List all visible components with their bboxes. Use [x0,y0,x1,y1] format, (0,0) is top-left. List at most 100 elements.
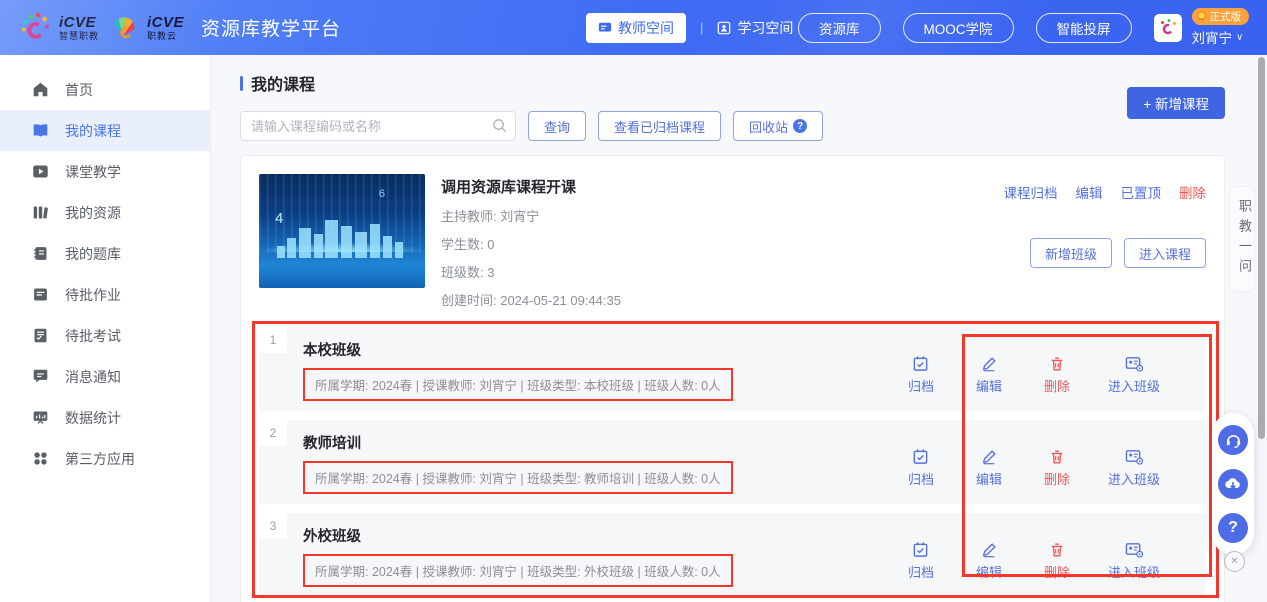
archive-label: 归档 [907,472,934,487]
course-archive-link[interactable]: 课程归档 [1004,182,1058,202]
enter-course-button[interactable]: 进入课程 [1123,238,1206,268]
content: 我的课程 + 新增课程 查询 查看已归档课程 回收站 ? [240,71,1225,602]
add-course-button[interactable]: + 新增课程 [1127,87,1225,119]
recycle-bin-button[interactable]: 回收站 ? [733,111,824,141]
username-menu[interactable]: 刘宵宁 ∨ [1192,27,1244,47]
class-delete-button[interactable]: 删除 [1040,449,1074,488]
row-index: 1 [259,327,287,353]
sidebar-item-label: 数据统计 [65,409,121,426]
avatar-logo-icon [1160,18,1176,34]
student-space-link[interactable]: 学习空间 [717,18,793,38]
book-icon [33,124,48,137]
archive-label: 归档 [907,565,934,580]
sidebar-item-pending-homework[interactable]: 待批作业 [0,274,210,315]
course-search-input[interactable] [240,111,516,141]
sidebar-item-label: 课堂教学 [65,163,121,180]
sidebar-item-third-party-apps[interactable]: 第三方应用 [0,438,210,479]
avatar[interactable] [1153,13,1182,42]
class-row-3: 3 外校班级 所属学期: 2024春 | 授课教师: 刘宵宁 | 班级类型: 外… [259,513,1206,597]
trash-icon [1051,543,1063,556]
sidebar-item-my-resources[interactable]: 我的资源 [0,192,210,233]
row-main: 外校班级 所属学期: 2024春 | 授课教师: 刘宵宁 | 班级类型: 外校班… [303,525,904,597]
header-right: 资源库 MOOC学院 智能投屏 正式版 刘宵宁 ∨ [798,8,1249,47]
thumb-digit: 4 [275,210,284,227]
trash-icon [1051,357,1063,370]
class-delete-button[interactable]: 删除 [1040,542,1074,581]
homework-doc-icon [34,288,47,301]
class-edit-button[interactable]: 编辑 [972,449,1006,488]
exam-doc-icon [34,328,47,343]
teacher-space-button[interactable]: 教师空间 [586,12,687,43]
sidebar-item-label: 待批考试 [65,327,121,344]
enter-class-icon [1125,543,1143,558]
sidebar-item-home[interactable]: 首页 [0,69,210,110]
course-student-count: 学生数: 0 [441,237,495,252]
class-meta-annotated: 所属学期: 2024春 | 授课教师: 刘宵宁 | 班级类型: 教师培训 | 班… [303,461,733,494]
class-edit-button[interactable]: 编辑 [972,542,1006,581]
zhijiao-qa-vertical-tab[interactable]: 职教一问 [1229,186,1255,292]
class-archive-button[interactable]: 归档 [904,448,938,488]
sidebar-item-notifications[interactable]: 消息通知 [0,356,210,397]
enter-class-button[interactable]: 进入班级 [1108,448,1160,488]
course-links: 课程归档 编辑 已置顶 删除 [1004,182,1207,202]
class-title[interactable]: 本校班级 [303,339,904,360]
course-edit-link[interactable]: 编辑 [1076,182,1103,202]
class-row-2: 2 教师培训 所属学期: 2024春 | 授课教师: 刘宵宁 | 班级类型: 教… [259,420,1206,504]
chat-bubble-icon [33,369,48,383]
help-question-icon: ? [793,119,808,133]
course-buttons: 新增班级 进入课程 [1029,238,1206,268]
enter-class-label: 进入班级 [1107,565,1160,580]
download-button[interactable] [1218,469,1248,499]
class-delete-button[interactable]: 删除 [1040,356,1074,395]
class-archive-button[interactable]: 归档 [904,541,938,581]
search-button[interactable]: 查询 [528,111,587,141]
edit-pen-icon [982,356,996,371]
class-title[interactable]: 教师培训 [303,432,904,453]
help-button[interactable]: ? [1218,513,1248,543]
class-edit-button[interactable]: 编辑 [972,356,1006,395]
sidebar-item-question-bank[interactable]: 我的题库 [0,233,210,274]
smart-cast-pill[interactable]: 智能投屏 [1035,12,1132,43]
resource-lib-pill[interactable]: 资源库 [798,12,881,43]
customer-service-button[interactable] [1218,425,1248,455]
course-info: 调用资源库课程开课 主持教师: 刘宵宁 学生数: 0 班级数: 3 创建时间: … [441,174,890,309]
archive-icon [914,449,928,464]
view-archived-button[interactable]: 查看已归档课程 [598,111,722,141]
sidebar-item-label: 我的题库 [65,245,121,262]
add-class-button[interactable]: 新增班级 [1029,238,1112,268]
sidebar-item-classroom-teaching[interactable]: 课堂教学 [0,151,210,192]
brand-area: iCVE 智慧职教 iCVE 职教云 资源库教学平台 [18,11,341,45]
enter-class-icon [1125,450,1143,465]
course-delete-link[interactable]: 删除 [1179,182,1206,202]
mooc-pill[interactable]: MOOC学院 [902,12,1014,43]
class-archive-button[interactable]: 归档 [904,355,938,395]
app-window: iCVE 智慧职教 iCVE 职教云 资源库教学平台 教师空间 | 学习空间 资… [0,0,1267,602]
edit-pen-icon [982,449,996,464]
archive-label: 归档 [907,379,934,394]
class-title[interactable]: 外校班级 [303,525,904,546]
sidebar-item-label: 第三方应用 [65,450,135,467]
sidebar-item-label: 首页 [65,81,93,98]
sidebar-item-statistics[interactable]: 数据统计 [0,397,210,438]
library-icon [33,206,48,219]
play-video-icon [33,165,48,178]
course-class-count: 班级数: 3 [441,265,495,280]
vertical-scrollbar[interactable] [1258,57,1265,439]
course-actions-area: 课程归档 编辑 已置顶 删除 新增班级 进入课程 [906,174,1206,309]
archive-icon [914,542,928,557]
sidebar-item-label: 我的课程 [65,122,121,139]
course-pinned-link[interactable]: 已置顶 [1121,182,1162,202]
toolbar: 查询 查看已归档课程 回收站 ? [240,111,1225,141]
row-main: 本校班级 所属学期: 2024春 | 授课教师: 刘宵宁 | 班级类型: 本校班… [303,339,904,411]
enter-class-button[interactable]: 进入班级 [1108,541,1160,581]
class-list: 1 本校班级 所属学期: 2024春 | 授课教师: 刘宵宁 | 班级类型: 本… [252,321,1219,598]
class-row-1: 1 本校班级 所属学期: 2024春 | 授课教师: 刘宵宁 | 班级类型: 本… [259,327,1206,411]
enter-class-button[interactable]: 进入班级 [1108,355,1160,395]
class-meta-annotated: 所属学期: 2024春 | 授课教师: 刘宵宁 | 班级类型: 本校班级 | 班… [303,368,733,401]
student-space-label: 学习空间 [737,19,794,36]
city-skyline-decor [277,220,403,259]
sidebar-item-pending-exams[interactable]: 待批考试 [0,315,210,356]
sidebar-item-my-courses[interactable]: 我的课程 [0,110,210,151]
close-floating-toolbar-button[interactable]: ✕ [1224,551,1245,572]
course-thumbnail[interactable]: 4 6 [259,174,425,288]
